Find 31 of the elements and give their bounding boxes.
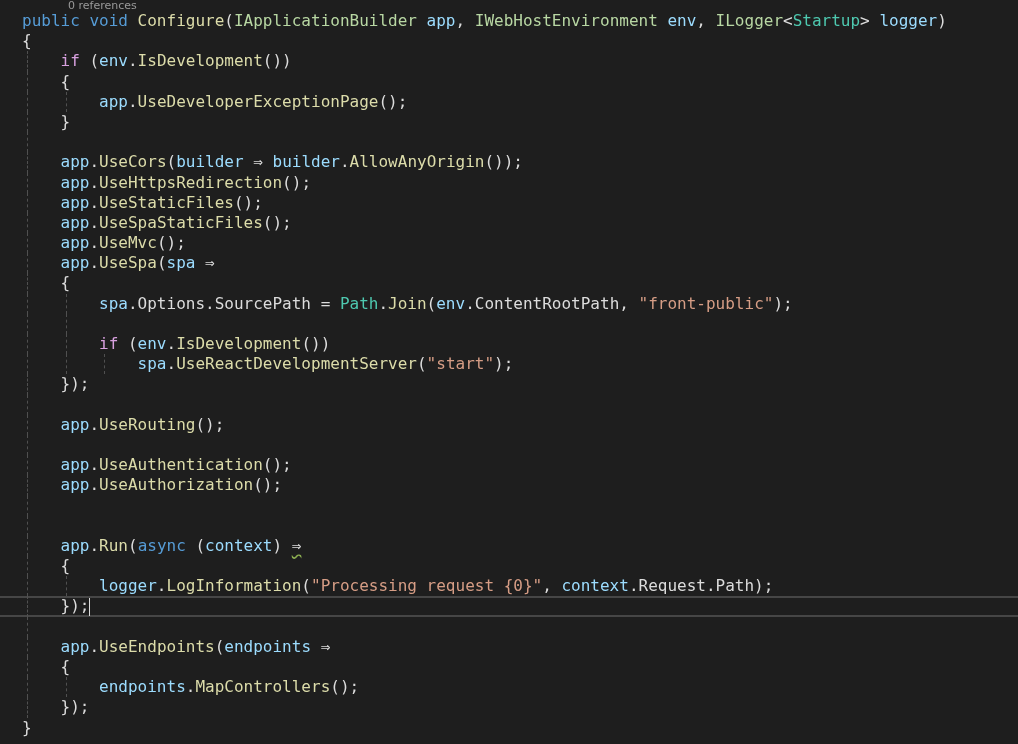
code-line: }); (59, 596, 90, 617)
code-line: } (22, 717, 32, 738)
code-line: { (59, 556, 71, 577)
code-line: public void Configure(IApplicationBuilder app, IWebHostEnvironment env, ILogger<Startup> logger) (22, 11, 947, 32)
code-line: app.Run(async (context) ⇒ (59, 535, 302, 557)
code-line: app.UseSpaStaticFiles(); (59, 212, 292, 234)
code-line: { (22, 31, 32, 52)
code-line: app.UseStaticFiles(); (59, 192, 263, 213)
text-cursor (89, 597, 91, 616)
code-line: app.UseMvc(); (59, 233, 186, 254)
code-line: spa.UseReactDevelopmentServer("start"); (136, 354, 514, 375)
references-codelens[interactable]: 0 references (22, 0, 1018, 11)
code-line: app.UseEndpoints(endpoints ⇒ (59, 636, 331, 657)
code-line: if (env.IsDevelopment()) (98, 334, 331, 355)
code-line: endpoints.MapControllers(); (98, 677, 360, 698)
code-line: app.UseAuthorization(); (59, 475, 283, 496)
code-line: if (env.IsDevelopment()) (59, 51, 292, 72)
code-line: spa.Options.SourcePath = Path.Join(env.ContentRootPath, "front-public"); (98, 293, 793, 314)
code-line: app.UseDeveloperExceptionPage(); (98, 91, 408, 112)
code-line: { (59, 71, 71, 92)
code-line: logger.LogInformation("Processing request {0}", context.Request.Path); (98, 576, 774, 597)
code-line: } (59, 111, 71, 133)
code-line: app.UseHttpsRedirection(); (59, 172, 311, 193)
code-line: { (59, 273, 71, 294)
code-line: app.UseCors(builder ⇒ builder.AllowAnyOrigin()); (59, 152, 523, 173)
code-line: app.UseAuthentication(); (59, 455, 292, 476)
code-line: app.UseRouting(); (59, 414, 225, 435)
code-line: app.UseSpa(spa ⇒ (59, 253, 215, 274)
code-line: { (59, 657, 71, 678)
code-line: }); (59, 697, 90, 718)
code-line: }); (59, 374, 90, 395)
